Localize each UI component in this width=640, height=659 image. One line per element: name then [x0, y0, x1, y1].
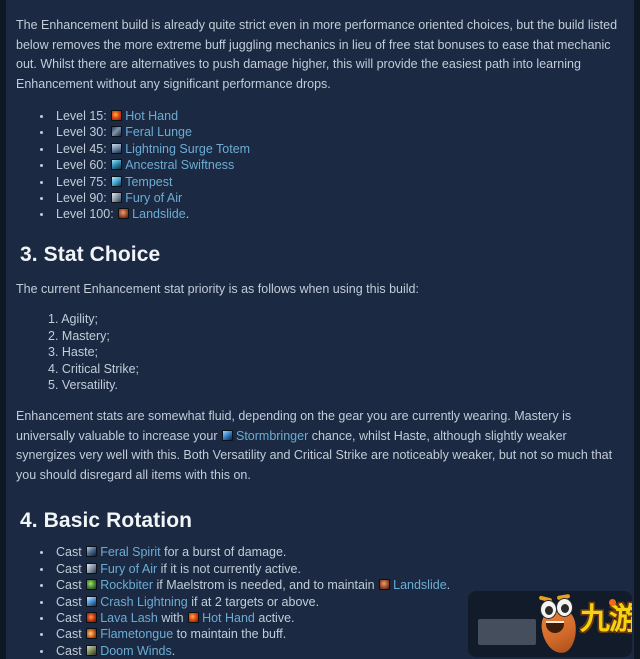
lightning-surge-icon — [111, 142, 123, 154]
stat-priority-intro: The current Enhancement stat priority is… — [16, 281, 419, 296]
feral-lunge-icon — [111, 126, 123, 138]
step-text: if at 2 targets or above. — [191, 594, 320, 609]
list-item: Agility; — [61, 312, 99, 327]
step-text: if Maelstrom is needed, and to maintain — [156, 578, 375, 593]
watermark-dot-icon — [609, 599, 616, 606]
talent-link[interactable]: Landslide — [132, 207, 186, 221]
talent-level-label: Level 30: — [56, 125, 107, 140]
mascot-pupil-left — [545, 606, 553, 615]
talent-link[interactable]: Ancestral Swiftness — [125, 158, 234, 172]
talent-link[interactable]: Hot Hand — [125, 109, 178, 123]
doom-winds-icon — [86, 644, 98, 656]
list-item: Level 45: Lightning Surge Totem — [38, 141, 618, 157]
hot-hand-icon — [111, 110, 123, 121]
list-item: Haste; — [61, 345, 99, 360]
step-text-tail: active. — [258, 611, 295, 625]
cast-label: Cast — [56, 594, 82, 609]
cast-label: Cast — [56, 561, 82, 576]
talent-level-label: Level 45: — [56, 141, 107, 156]
ability-link[interactable]: Feral Spirit — [100, 545, 160, 559]
ability-link[interactable]: Rockbiter — [100, 578, 153, 592]
fury-of-air-icon — [111, 192, 123, 204]
talent-suffix: . — [185, 207, 190, 222]
page-title-stat-choice: 3. Stat Choice — [20, 242, 161, 266]
intro-paragraph: The Enhancement build is already quite s… — [16, 18, 618, 91]
watermark-bar — [478, 619, 536, 645]
ability-link[interactable]: Crash Lightning — [100, 595, 188, 609]
page-title-basic-rotation: 4. Basic Rotation — [20, 509, 193, 533]
list-item: Level 15: Hot Hand — [38, 108, 618, 124]
list-item: Cast Fury of Air if it is not currently … — [38, 561, 618, 577]
step-text: if it is not currently active. — [160, 561, 301, 576]
mascot-pupil-right — [561, 604, 569, 613]
step-text: . — [171, 643, 176, 658]
talent-level-label: Level 15: — [56, 109, 107, 123]
ability-link[interactable]: Flametongue — [100, 627, 173, 641]
landslide-icon — [118, 208, 130, 220]
ability-link-secondary[interactable]: Hot Hand — [202, 611, 255, 625]
talent-level-label: Level 100: — [56, 207, 114, 222]
list-item: Mastery; — [61, 328, 110, 343]
cast-label: Cast — [56, 643, 82, 658]
talent-link[interactable]: Lightning Surge Totem — [125, 142, 250, 156]
site-watermark: 九游 — [468, 591, 632, 657]
cast-label: Cast — [56, 627, 82, 642]
hot-hand-icon — [188, 612, 200, 623]
lava-lash-icon — [86, 612, 98, 623]
talent-link[interactable]: Fury of Air — [125, 191, 182, 205]
mascot-eye-right — [556, 598, 573, 617]
mascot-eye-left — [540, 600, 557, 619]
orange-mascot-icon — [534, 593, 586, 655]
list-item: Cast Feral Spirit for a burst of damage. — [38, 544, 618, 560]
talent-level-label: Level 60: — [56, 158, 107, 173]
tempest-icon — [111, 175, 123, 187]
stat-closing-paragraph: Enhancement stats are somewhat fluid, de… — [16, 407, 618, 485]
stormbringer-icon — [221, 429, 233, 441]
cast-label: Cast — [56, 578, 82, 593]
cast-label: Cast — [56, 611, 82, 625]
list-item: Level 75: Tempest — [38, 174, 618, 190]
watermark-text: 九游 — [580, 602, 632, 637]
ancestral-swiftness-icon — [111, 159, 123, 171]
step-text: with — [161, 611, 184, 625]
talent-level-label: Level 75: — [56, 174, 107, 189]
crash-lightning-icon — [86, 595, 98, 607]
feral-spirit-icon — [86, 546, 98, 558]
talent-link[interactable]: Tempest — [125, 175, 172, 189]
ability-link-secondary[interactable]: Landslide — [393, 578, 447, 592]
list-item: Level 60: Ancestral Swiftness — [38, 157, 618, 173]
list-item: Level 30: Feral Lunge — [38, 124, 618, 140]
flametongue-icon — [86, 628, 98, 640]
rockbiter-icon — [86, 579, 98, 591]
fury-of-air-icon — [86, 562, 98, 574]
list-item: Level 100: Landslide. — [38, 206, 618, 222]
stormbringer-link[interactable]: Stormbringer — [236, 429, 308, 443]
ability-link[interactable]: Lava Lash — [100, 611, 158, 625]
talent-level-label: Level 90: — [56, 191, 107, 206]
article-page: The Enhancement build is already quite s… — [0, 0, 640, 659]
list-item: Level 90: Fury of Air — [38, 190, 618, 206]
step-text-tail: . — [446, 578, 451, 593]
ability-link[interactable]: Doom Winds — [100, 644, 172, 658]
step-text: to maintain the buff. — [176, 627, 287, 642]
ability-link[interactable]: Fury of Air — [100, 562, 157, 576]
talent-link[interactable]: Feral Lunge — [125, 125, 192, 139]
list-item: Critical Strike; — [61, 361, 139, 376]
stat-priority-list: Agility; Mastery; Haste; Critical Strike… — [16, 311, 618, 393]
cast-label: Cast — [56, 545, 82, 560]
article-content: The Enhancement build is already quite s… — [6, 0, 634, 659]
list-item: Versatility. — [61, 377, 118, 392]
talent-list: Level 15: Hot Hand Level 30: Feral Lunge… — [16, 108, 618, 223]
landslide-icon — [379, 579, 391, 591]
step-text: for a burst of damage. — [164, 545, 287, 560]
